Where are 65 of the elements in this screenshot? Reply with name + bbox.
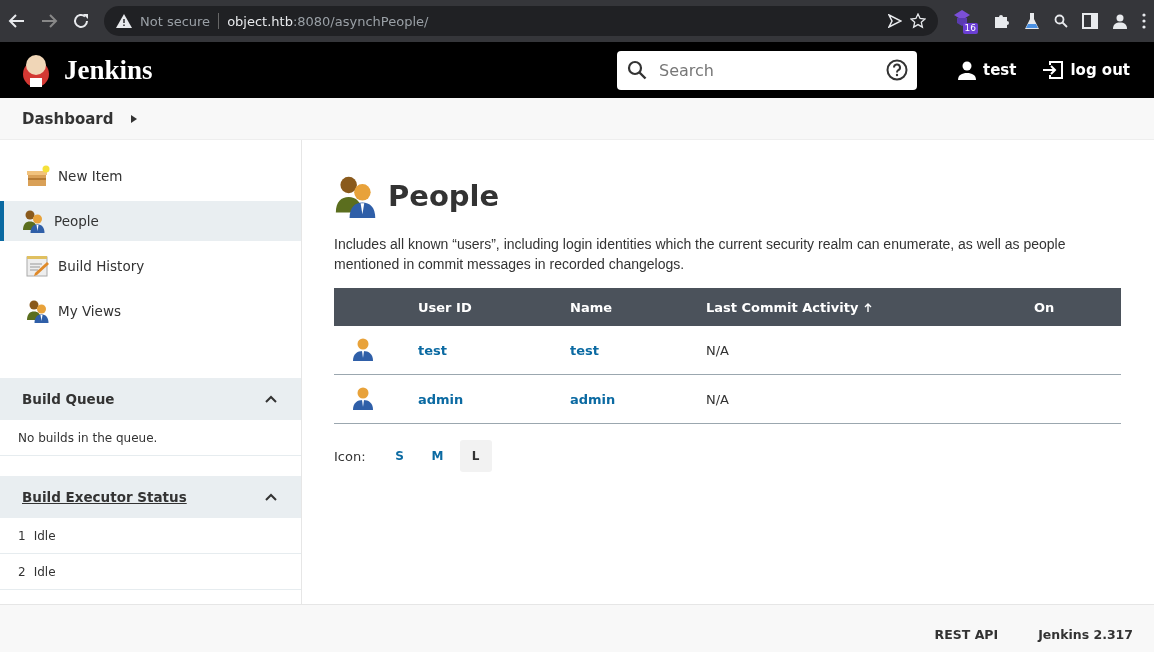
footer-link[interactable]: REST API [934, 627, 999, 642]
sidebar-item[interactable]: My Views [0, 291, 301, 331]
person-icon [352, 336, 374, 361]
logout-icon [1042, 60, 1065, 80]
table-cell: N/A [706, 342, 729, 358]
sidebar-icon[interactable] [1082, 13, 1098, 29]
warning-icon [116, 14, 132, 28]
user-id-link[interactable]: test [418, 342, 447, 358]
column-header[interactable]: On [1034, 299, 1055, 315]
page-title: People [388, 179, 500, 213]
app-title[interactable]: Jenkins [64, 54, 153, 86]
people-icon [22, 209, 46, 233]
panel-title: Build Queue [22, 391, 115, 407]
column-header[interactable]: User ID [418, 299, 472, 315]
flask-icon[interactable] [1024, 12, 1040, 30]
breadcrumb-link[interactable]: Dashboard [22, 109, 114, 128]
search-field[interactable]: Search [617, 50, 917, 90]
person-icon [352, 385, 374, 410]
icon-size-option[interactable]: M [421, 440, 454, 472]
search-icon[interactable] [1054, 14, 1068, 28]
sidebar-item[interactable]: New Item [0, 156, 301, 196]
user-id-link[interactable]: admin [418, 391, 464, 407]
user-link[interactable]: test [957, 60, 1017, 80]
people-icon [26, 299, 50, 323]
butler-logo-icon[interactable] [20, 52, 52, 88]
footer-link[interactable]: Jenkins 2.317 [1038, 627, 1133, 642]
executor-status: Idle [33, 564, 56, 579]
puzzle-icon[interactable] [992, 12, 1010, 30]
forward-icon[interactable] [40, 12, 58, 30]
notepad-icon [26, 255, 50, 277]
search-icon [627, 60, 647, 80]
sidebar-item[interactable]: People [0, 201, 301, 241]
user-name-link[interactable]: test [570, 342, 599, 358]
back-icon[interactable] [8, 12, 26, 30]
icon-size-option[interactable]: L [459, 440, 492, 472]
icon-size-label: Icon: [334, 448, 366, 464]
sidebar-item[interactable]: Build History [0, 246, 301, 286]
profile-icon[interactable] [1112, 13, 1128, 29]
queue-message: No builds in the queue. [18, 430, 158, 445]
person-icon [957, 60, 977, 80]
panel-header[interactable]: Build Executor Status [0, 476, 301, 518]
chevron-up-icon[interactable] [265, 395, 277, 403]
reload-icon[interactable] [72, 12, 90, 30]
people-icon [334, 174, 378, 218]
icon-size-option[interactable]: S [383, 440, 416, 472]
send-icon[interactable] [888, 14, 902, 28]
address-bar[interactable]: Not secure object.htb:8080/asynchPeople/ [104, 6, 938, 36]
panel-header[interactable]: Build Queue [0, 378, 301, 420]
caret-icon[interactable] [131, 114, 138, 123]
column-header[interactable]: Name [570, 299, 612, 315]
help-icon[interactable] [886, 59, 908, 81]
user-name-link[interactable]: admin [570, 391, 616, 407]
menu-icon[interactable] [1142, 13, 1146, 29]
executor-status: Idle [33, 528, 56, 543]
executor-number: 1 [18, 528, 26, 543]
security-label: Not secure [140, 13, 211, 29]
box-icon [26, 165, 50, 187]
logout-link[interactable]: log out [1042, 60, 1130, 80]
panel-title-link[interactable]: Build Executor Status [22, 489, 187, 505]
url-text: object.htb:8080/asynchPeople/ [227, 13, 429, 29]
chevron-up-icon[interactable] [265, 493, 277, 501]
executor-number: 2 [18, 564, 26, 579]
table-cell: N/A [706, 391, 729, 407]
star-icon[interactable] [910, 13, 926, 29]
page-description: Includes all known “users”, including login identities which the current security realm can enumerate, as well as people mentioned in commit messages in recorded changelogs. [334, 235, 1067, 274]
